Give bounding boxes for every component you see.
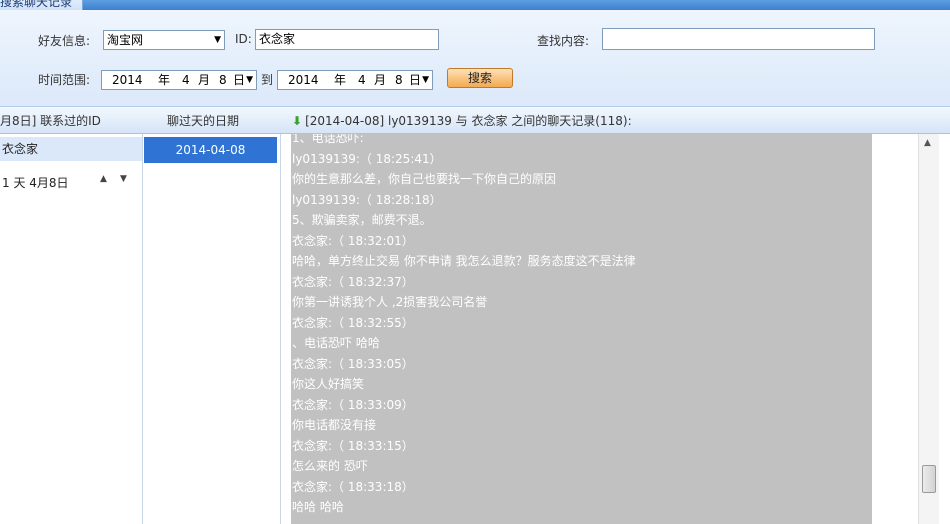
start-date-picker[interactable]: 2014 年 4 月 8 日 ▼ (101, 70, 257, 90)
find-label: 查找内容: (537, 34, 590, 48)
search-button[interactable]: 搜索 (447, 68, 513, 88)
end-year-unit: 年 (334, 73, 347, 87)
message-header: 衣念家:（ 18:32:55） (292, 315, 414, 330)
start-month-unit: 月 (198, 73, 211, 87)
id-label: ID: (235, 32, 252, 46)
dates-column-header: 聊过天的日期 (167, 114, 240, 128)
chevron-down-icon: ▼ (246, 75, 253, 85)
message-text: 哈哈 哈哈 (292, 500, 344, 514)
message-header: 衣念家:（ 18:33:18） (292, 479, 414, 494)
contacts-column-header: 月8日] 联系过的ID (0, 114, 101, 128)
message-text: 1、电话恐吓: (292, 134, 364, 145)
message-header: ly0139139:（ 18:25:41） (292, 151, 442, 166)
message-text: 你这人好搞笑 (292, 377, 365, 391)
chat-record-area[interactable]: 1、电话恐吓: ly0139139:（ 18:25:41） 你的生意那么差，你自己也… (291, 134, 872, 524)
scroll-up-icon[interactable]: ▲ (924, 138, 931, 148)
day-range-text: 1 天 4月8日 (2, 176, 69, 190)
end-day: 8 (395, 73, 403, 87)
message-header: 衣念家:（ 18:33:09） (292, 397, 414, 412)
chevron-down-icon: ▼ (422, 75, 429, 85)
message-text: 、电话恐吓 哈哈 (292, 336, 380, 350)
arrow-up-icon[interactable]: ▲ (100, 174, 107, 184)
message-header: 衣念家:（ 18:33:05） (292, 356, 414, 371)
day-range-row: 1 天 4月8日 ▲ ▼ (0, 174, 142, 192)
chat-scrollbar[interactable]: ▲ (918, 134, 939, 524)
dates-list: 2014-04-08 (143, 134, 281, 524)
chevron-down-icon: ▼ (214, 35, 221, 45)
filter-panel: 好友信息: 淘宝网 ▼ ID: 衣念家 查找内容: 时间范围: 2014 年 4… (0, 10, 950, 107)
message-text: 哈哈，单方终止交易 你不申请 我怎么退款？服务态度这不是法律 (292, 254, 636, 268)
arrow-down-icon: ⬇ (292, 114, 303, 128)
contact-item-selected[interactable]: 衣念家 (0, 137, 142, 161)
message-text: 5、欺骗卖家，邮费不退。 (292, 213, 432, 227)
id-input[interactable]: 衣念家 (255, 29, 439, 50)
end-day-unit: 日 (409, 73, 422, 87)
to-label: 到 (261, 73, 274, 87)
arrow-down-icon[interactable]: ▼ (120, 174, 127, 184)
message-header: 衣念家:（ 18:33:15） (292, 438, 414, 453)
message-text: 你的生意那么差，你自己也要找一下你自己的原因 (292, 172, 557, 186)
start-day: 8 (219, 73, 227, 87)
contacts-list: 衣念家 1 天 4月8日 ▲ ▼ (0, 134, 143, 524)
end-month: 4 (358, 73, 366, 87)
end-date-picker[interactable]: 2014 年 4 月 8 日 ▼ (277, 70, 433, 90)
start-month: 4 (182, 73, 190, 87)
start-year-unit: 年 (158, 73, 171, 87)
scrollbar-thumb[interactable] (922, 465, 936, 493)
record-header: ⬇ [2014-04-08] ly0139139 与 衣念家 之间的聊天记录(11… (292, 112, 632, 129)
find-input[interactable] (602, 28, 875, 50)
message-text: 你第一讲诱我个人 ,2损害我公司名誉 (292, 295, 488, 309)
friend-label: 好友信息: (38, 34, 91, 48)
message-text: 怎么来的 恐吓 (292, 459, 368, 473)
record-header-text: [2014-04-08] ly0139139 与 衣念家 之间的聊天记录(118… (305, 114, 632, 128)
date-item-selected[interactable]: 2014-04-08 (144, 137, 277, 163)
end-year: 2014 (288, 73, 319, 87)
end-month-unit: 月 (374, 73, 387, 87)
start-year: 2014 (112, 73, 143, 87)
time-range-label: 时间范围: (38, 73, 91, 87)
start-day-unit: 日 (233, 73, 246, 87)
friend-select[interactable]: 淘宝网 ▼ (103, 30, 225, 50)
message-header: ly0139139:（ 18:28:18） (292, 192, 442, 207)
column-header-bar: 月8日] 联系过的ID 聊过天的日期 ⬇ [2014-04-08] ly01391… (0, 107, 950, 134)
friend-select-value: 淘宝网 (107, 33, 144, 47)
message-text: 你电话都没有接 (292, 418, 377, 432)
message-header: 衣念家:（ 18:32:01） (292, 233, 414, 248)
tab-bar: 搜索聊天记录 (0, 0, 950, 11)
message-header: 衣念家:（ 18:32:37） (292, 274, 414, 289)
